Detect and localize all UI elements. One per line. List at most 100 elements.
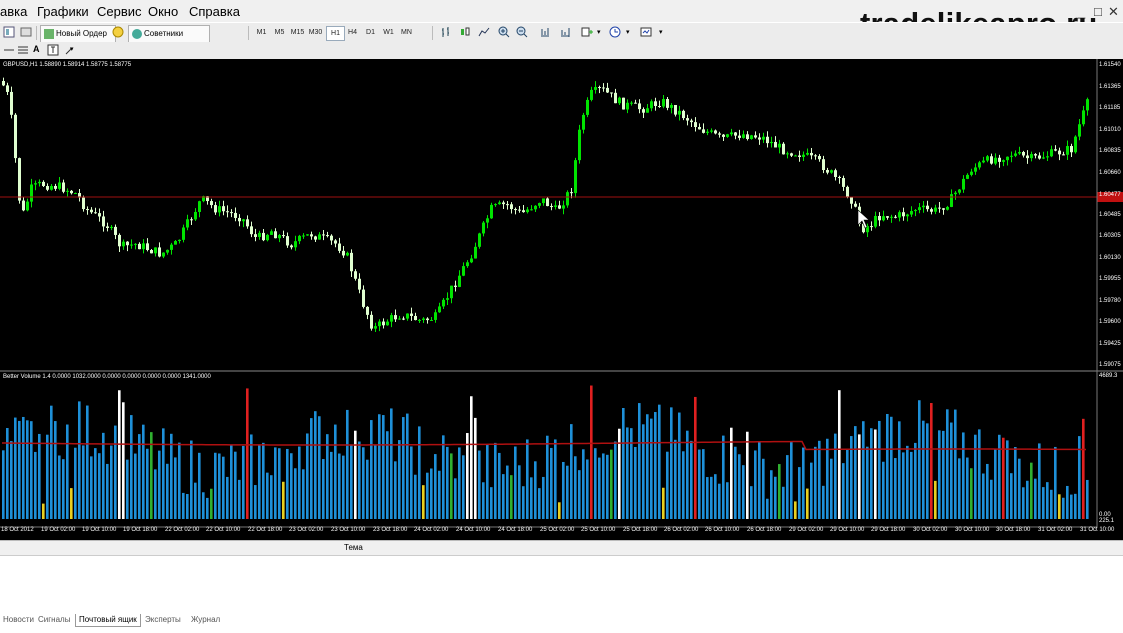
- tab-news[interactable]: Новости: [0, 614, 37, 626]
- date-label: 26 Oct 18:00: [747, 527, 782, 533]
- chart-title: GBPUSD,H1 1.58890 1.58914 1.58775 1.5877…: [3, 62, 132, 68]
- metaeditor-icon[interactable]: [112, 26, 124, 38]
- volume-bar: [322, 459, 325, 519]
- timeframe-h1[interactable]: H1: [326, 26, 345, 41]
- candle-body: [586, 99, 589, 115]
- menu-item-service-partial[interactable]: авка: [0, 4, 27, 19]
- new-order-button[interactable]: Новый Ордер: [40, 25, 116, 43]
- menu-item-charts[interactable]: Графики: [37, 4, 89, 19]
- candle-body: [642, 109, 645, 113]
- volume-bar: [1038, 443, 1041, 519]
- candle-body: [674, 104, 677, 115]
- volume-bar: [298, 446, 301, 519]
- profiles-icon[interactable]: [20, 26, 32, 38]
- volume-bar: [174, 457, 177, 519]
- candle-body: [410, 313, 413, 316]
- volume-bar: [930, 403, 933, 519]
- horizontal-line-icon[interactable]: [3, 44, 15, 56]
- candle-body: [490, 204, 493, 219]
- candle-body: [658, 105, 661, 107]
- candle-body: [754, 135, 757, 138]
- candle-body: [806, 152, 809, 155]
- text-label-icon[interactable]: [47, 44, 59, 56]
- price-chart[interactable]: [0, 59, 1123, 540]
- candle-body: [602, 87, 605, 89]
- candlestick-icon[interactable]: [459, 26, 471, 38]
- candle-body: [1054, 149, 1057, 151]
- timeframe-mn[interactable]: MN: [398, 26, 415, 39]
- candle-body: [810, 152, 813, 156]
- volume-bar: [402, 417, 405, 519]
- candle-body: [526, 209, 529, 213]
- indicators-dropdown-icon[interactable]: ▾: [597, 28, 601, 36]
- templates-icon[interactable]: [640, 26, 652, 38]
- tab-signals[interactable]: Сигналы: [35, 614, 73, 626]
- zoom-in-icon[interactable]: [498, 26, 510, 38]
- volume-bar: [790, 441, 793, 519]
- bar-chart-icon[interactable]: [440, 26, 452, 38]
- candle-body: [210, 201, 213, 206]
- periods-dropdown-icon[interactable]: ▾: [626, 28, 630, 36]
- line-chart-icon[interactable]: [478, 26, 490, 38]
- volume-bar: [418, 426, 421, 519]
- date-label: 26 Oct 10:00: [705, 527, 740, 533]
- zoom-out-icon[interactable]: [516, 26, 528, 38]
- close-icon[interactable]: ✕: [1108, 4, 1119, 20]
- candle-body: [234, 212, 237, 218]
- candle-body: [834, 170, 837, 177]
- experts-label: Советники: [144, 29, 184, 38]
- volume-bar: [842, 463, 845, 519]
- volume-bar: [670, 407, 673, 519]
- volume-bar: [14, 417, 17, 519]
- arrows-dropdown-icon[interactable]: ▾: [70, 45, 74, 53]
- timeframe-m1[interactable]: M1: [253, 26, 270, 39]
- date-label: 29 Oct 02:00: [789, 527, 824, 533]
- timeframe-h4[interactable]: H4: [344, 26, 361, 39]
- candle-body: [134, 243, 137, 245]
- templates-dropdown-icon[interactable]: ▾: [659, 28, 663, 36]
- chart-shift-icon[interactable]: [559, 26, 571, 38]
- new-chart-icon[interactable]: [3, 26, 15, 38]
- volume-bar: [2, 450, 5, 519]
- tab-mailbox[interactable]: Почтовый ящик: [75, 614, 141, 627]
- volume-bar: [966, 457, 969, 519]
- experts-button[interactable]: Советники: [128, 25, 210, 43]
- fibonacci-icon[interactable]: [17, 44, 29, 56]
- candle-body: [802, 154, 805, 157]
- volume-bar: [426, 472, 429, 519]
- timeframe-m15[interactable]: M15: [289, 26, 306, 39]
- menu-item-tools[interactable]: Сервис: [97, 4, 142, 19]
- volume-bar: [706, 477, 709, 519]
- volume-bar: [486, 444, 489, 519]
- periods-icon[interactable]: [609, 26, 621, 38]
- candle-body: [318, 234, 321, 240]
- volume-bar: [1002, 437, 1005, 519]
- indicators-icon[interactable]: [581, 26, 593, 38]
- new-order-label: Новый Ордер: [56, 29, 107, 38]
- candle-body: [298, 235, 301, 242]
- tab-experts[interactable]: Эксперты: [142, 614, 184, 626]
- volume-bar: [742, 465, 745, 519]
- text-tool-icon[interactable]: A: [33, 44, 40, 54]
- menu-item-help[interactable]: Справка: [189, 4, 240, 19]
- candle-body: [1030, 154, 1033, 159]
- volume-bar: [114, 425, 117, 519]
- timeframe-m30[interactable]: M30: [307, 26, 324, 39]
- timeframe-d1[interactable]: D1: [362, 26, 379, 39]
- tab-journal[interactable]: Журнал: [188, 614, 223, 626]
- column-header-subject[interactable]: Тема: [344, 543, 363, 552]
- volume-bar: [30, 421, 33, 519]
- candle-body: [218, 206, 221, 213]
- menu-item-window[interactable]: Окно: [148, 4, 178, 19]
- candle-body: [150, 250, 153, 254]
- candle-body: [906, 214, 909, 217]
- timeframe-w1[interactable]: W1: [380, 26, 397, 39]
- candle-body: [942, 208, 945, 210]
- auto-scroll-icon[interactable]: [539, 26, 551, 38]
- candle-body: [370, 314, 373, 329]
- candle-body: [702, 129, 705, 133]
- candle-body: [474, 246, 477, 259]
- date-label: 22 Oct 18:00: [248, 527, 283, 533]
- candle-body: [786, 153, 789, 155]
- timeframe-m5[interactable]: M5: [271, 26, 288, 39]
